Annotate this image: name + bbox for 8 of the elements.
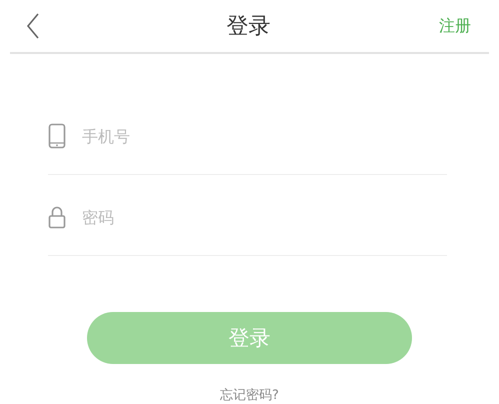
phone-field[interactable]: 手机号 xyxy=(80,118,447,154)
password-field[interactable]: 密码 xyxy=(80,199,447,236)
register-link[interactable]: 注册 xyxy=(411,16,471,37)
lock-icon xyxy=(48,205,66,230)
phone-icon xyxy=(48,123,66,150)
back-icon[interactable] xyxy=(26,13,40,40)
page-title: 登录 xyxy=(226,13,270,42)
forgot-password-link[interactable]: 忘记密码? xyxy=(220,386,279,404)
